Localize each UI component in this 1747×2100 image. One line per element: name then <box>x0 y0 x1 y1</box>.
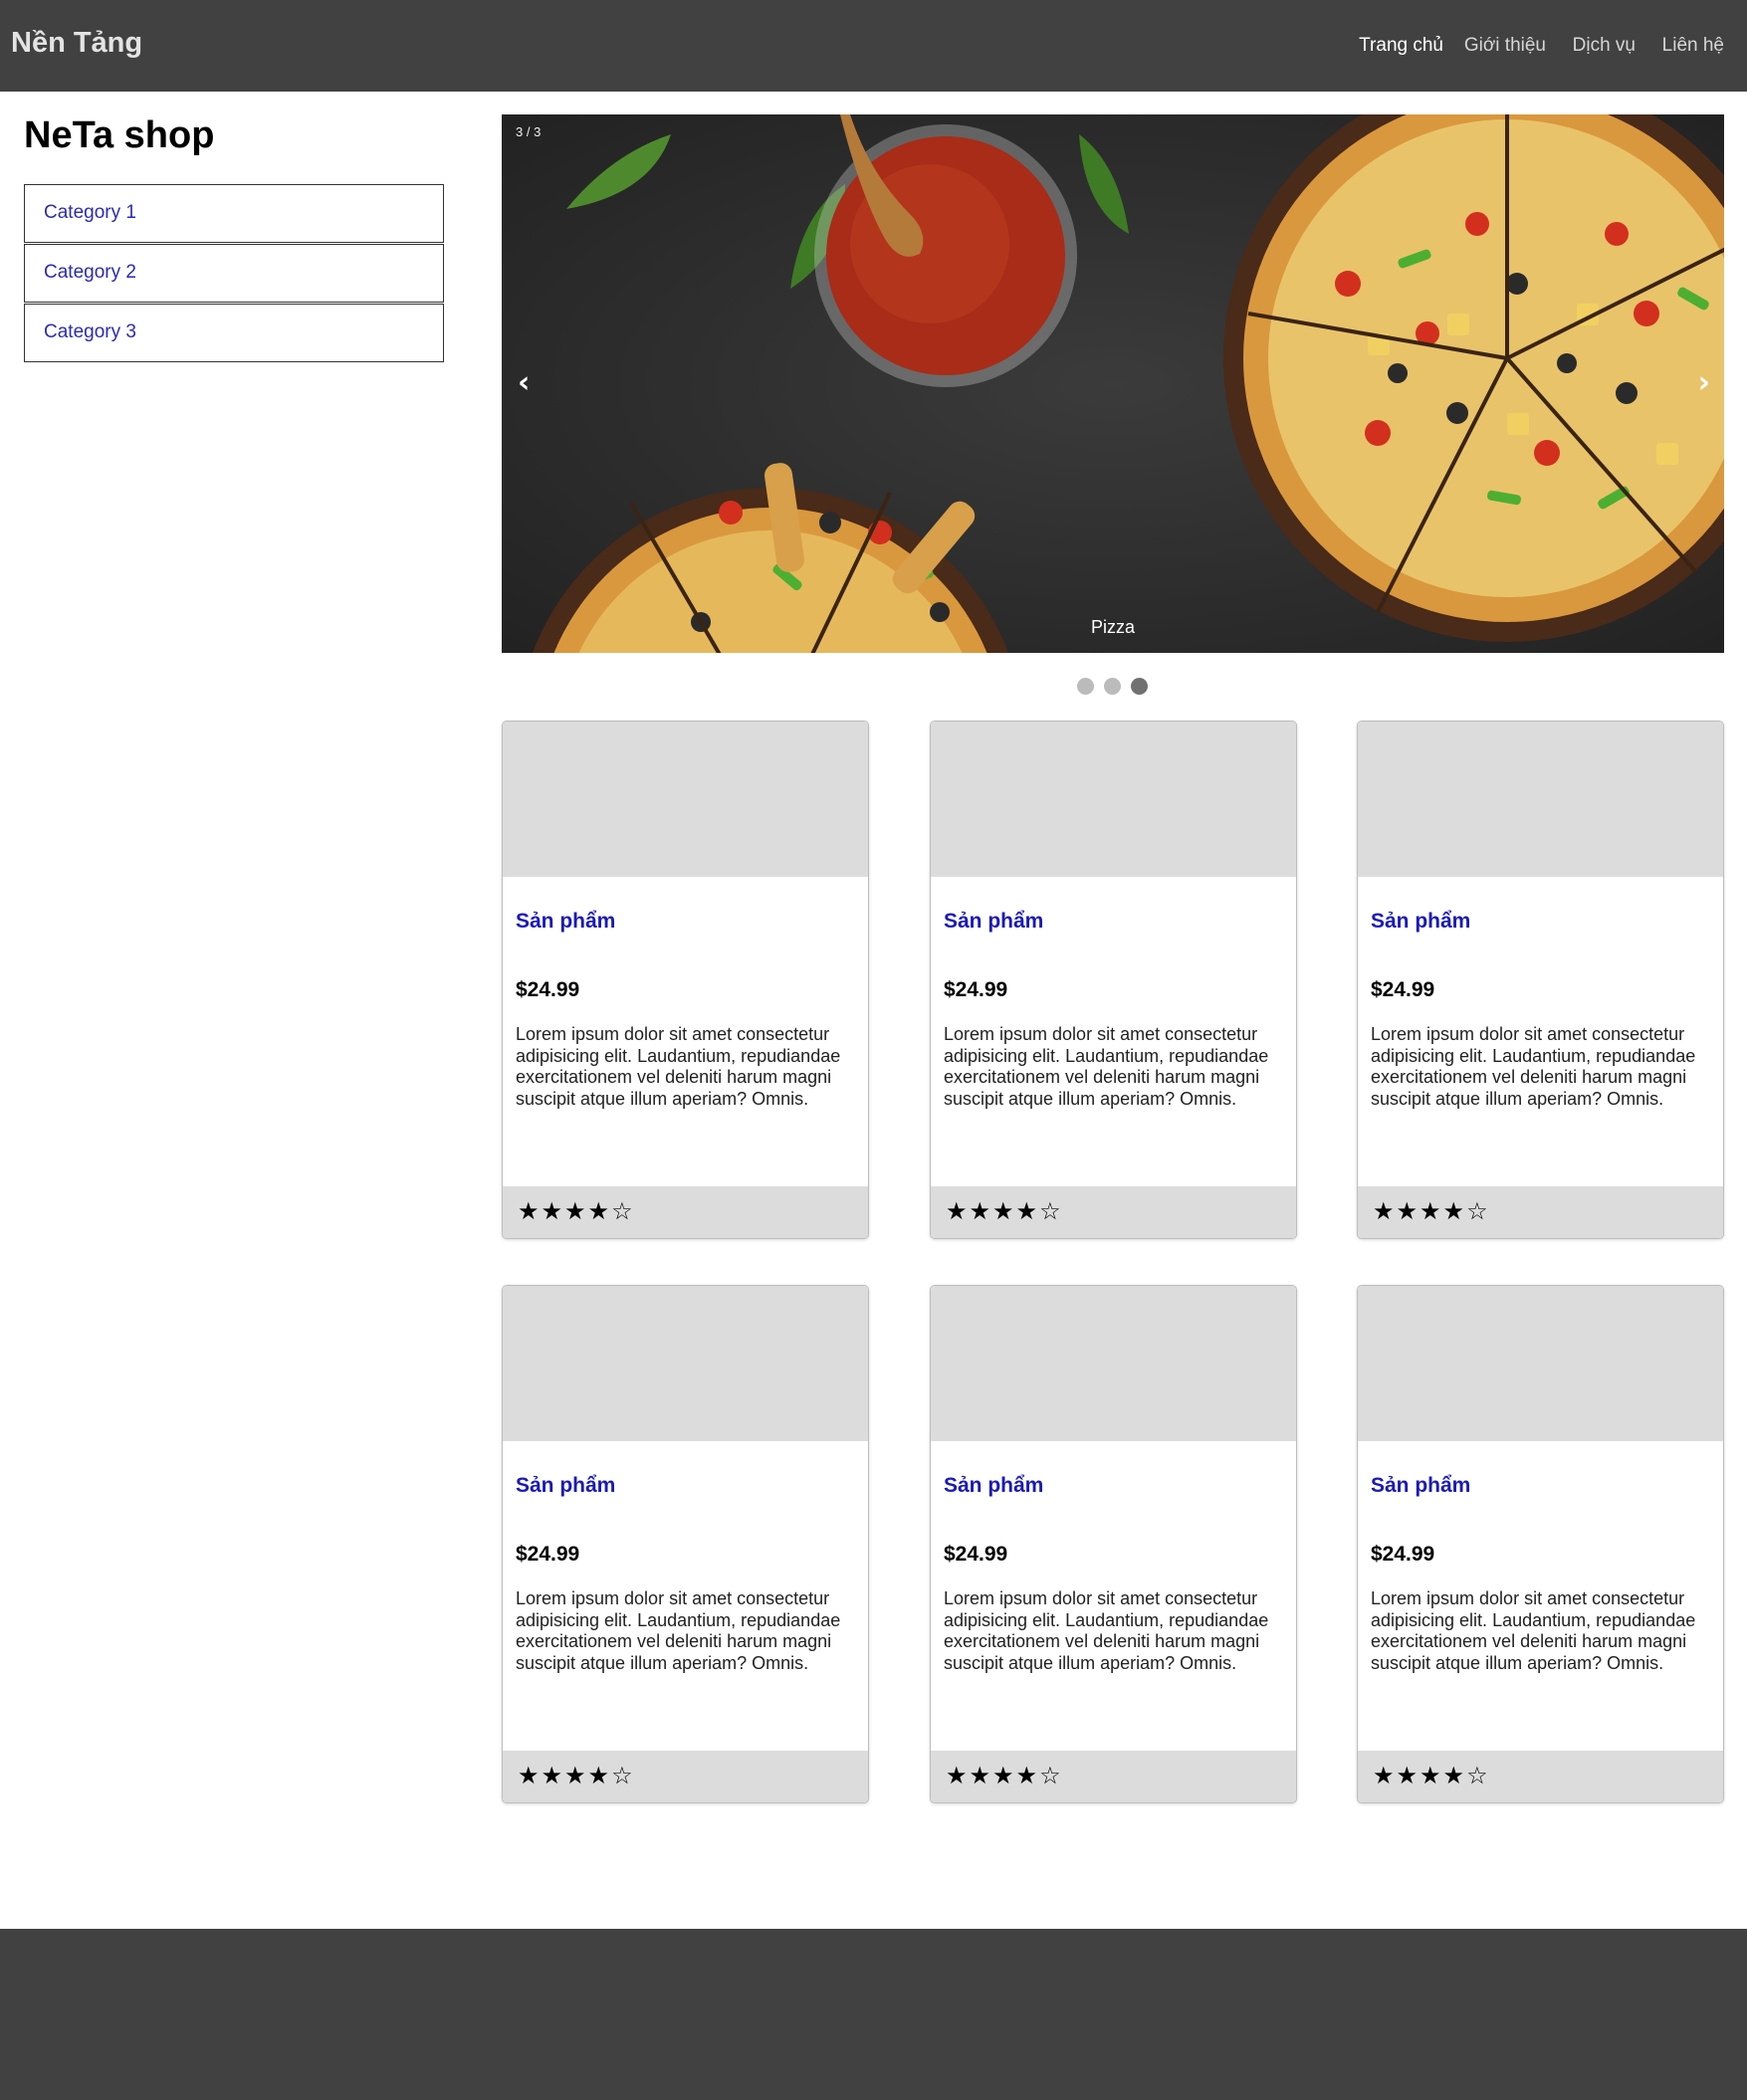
product-name[interactable]: Sản phẩm <box>944 910 1043 934</box>
carousel-dot-1[interactable] <box>1077 678 1094 695</box>
star-rating-icon: ★★★★☆ <box>518 1197 635 1225</box>
nav-link-contact[interactable]: Liên hệ <box>1662 35 1724 57</box>
carousel-next-icon[interactable]: › <box>1698 365 1710 400</box>
product-price: $24.99 <box>1371 978 1435 1001</box>
star-rating-icon: ★★★★☆ <box>518 1762 635 1789</box>
product-image-placeholder <box>931 1286 1296 1441</box>
product-price: $24.99 <box>516 1543 580 1566</box>
product-card[interactable]: Sản phẩm $24.99 Lorem ipsum dolor sit am… <box>930 721 1297 1239</box>
carousel-dot-2[interactable] <box>1104 678 1121 695</box>
product-price: $24.99 <box>944 1543 1008 1566</box>
product-card[interactable]: Sản phẩm $24.99 Lorem ipsum dolor sit am… <box>502 721 869 1239</box>
product-name[interactable]: Sản phẩm <box>1371 1474 1470 1498</box>
product-description: Lorem ipsum dolor sit amet consectetur a… <box>944 1588 1269 1673</box>
pizza-slide-image <box>502 114 1724 653</box>
category-item-3[interactable]: Category 3 <box>24 304 444 362</box>
product-description: Lorem ipsum dolor sit amet consectetur a… <box>1371 1588 1696 1673</box>
product-card-footer: ★★★★☆ <box>1358 1751 1723 1802</box>
brand-logo-text[interactable]: Nền Tảng <box>11 27 142 60</box>
image-carousel: 3 / 3 ‹ › Pizza <box>502 114 1724 653</box>
nav-link-about[interactable]: Giới thiệu <box>1464 35 1546 57</box>
product-description: Lorem ipsum dolor sit amet consectetur a… <box>1371 1024 1696 1109</box>
product-name[interactable]: Sản phẩm <box>516 910 615 934</box>
star-rating-icon: ★★★★☆ <box>946 1762 1063 1789</box>
product-price: $24.99 <box>516 978 580 1001</box>
product-description: Lorem ipsum dolor sit amet consectetur a… <box>944 1024 1269 1109</box>
product-description: Lorem ipsum dolor sit amet consectetur a… <box>516 1024 841 1109</box>
top-navbar: Nền Tảng Trang chủ Giới thiệu Dịch vụ Li… <box>0 0 1747 92</box>
star-rating-icon: ★★★★☆ <box>1373 1762 1490 1789</box>
product-card-footer: ★★★★☆ <box>503 1186 868 1238</box>
product-card-footer: ★★★★☆ <box>931 1751 1296 1802</box>
product-image-placeholder <box>503 1286 868 1441</box>
product-name[interactable]: Sản phẩm <box>516 1474 615 1498</box>
nav-link-services[interactable]: Dịch vụ <box>1573 35 1636 57</box>
slide-counter: 3 / 3 <box>516 124 542 139</box>
product-card[interactable]: Sản phẩm $24.99 Lorem ipsum dolor sit am… <box>502 1285 869 1803</box>
product-image-placeholder <box>931 722 1296 877</box>
product-name[interactable]: Sản phẩm <box>944 1474 1043 1498</box>
product-image-placeholder <box>1358 722 1723 877</box>
shop-title: NeTa shop <box>24 114 215 156</box>
product-card-footer: ★★★★☆ <box>1358 1186 1723 1238</box>
product-card-footer: ★★★★☆ <box>931 1186 1296 1238</box>
star-rating-icon: ★★★★☆ <box>946 1197 1063 1225</box>
category-item-2[interactable]: Category 2 <box>24 244 444 303</box>
star-rating-icon: ★★★★☆ <box>1373 1197 1490 1225</box>
product-price: $24.99 <box>944 978 1008 1001</box>
product-card-footer: ★★★★☆ <box>503 1751 868 1802</box>
product-card[interactable]: Sản phẩm $24.99 Lorem ipsum dolor sit am… <box>1357 721 1724 1239</box>
product-price: $24.99 <box>1371 1543 1435 1566</box>
carousel-dot-3[interactable] <box>1131 678 1148 695</box>
carousel-prev-icon[interactable]: ‹ <box>518 365 530 400</box>
product-card[interactable]: Sản phẩm $24.99 Lorem ipsum dolor sit am… <box>1357 1285 1724 1803</box>
product-image-placeholder <box>1358 1286 1723 1441</box>
category-item-1[interactable]: Category 1 <box>24 184 444 243</box>
product-name[interactable]: Sản phẩm <box>1371 910 1470 934</box>
product-image-placeholder <box>503 722 868 877</box>
page-footer <box>0 1929 1747 2100</box>
slide-caption: Pizza <box>1090 617 1135 637</box>
product-description: Lorem ipsum dolor sit amet consectetur a… <box>516 1588 841 1673</box>
product-card[interactable]: Sản phẩm $24.99 Lorem ipsum dolor sit am… <box>930 1285 1297 1803</box>
nav-link-home[interactable]: Trang chủ <box>1359 35 1443 57</box>
